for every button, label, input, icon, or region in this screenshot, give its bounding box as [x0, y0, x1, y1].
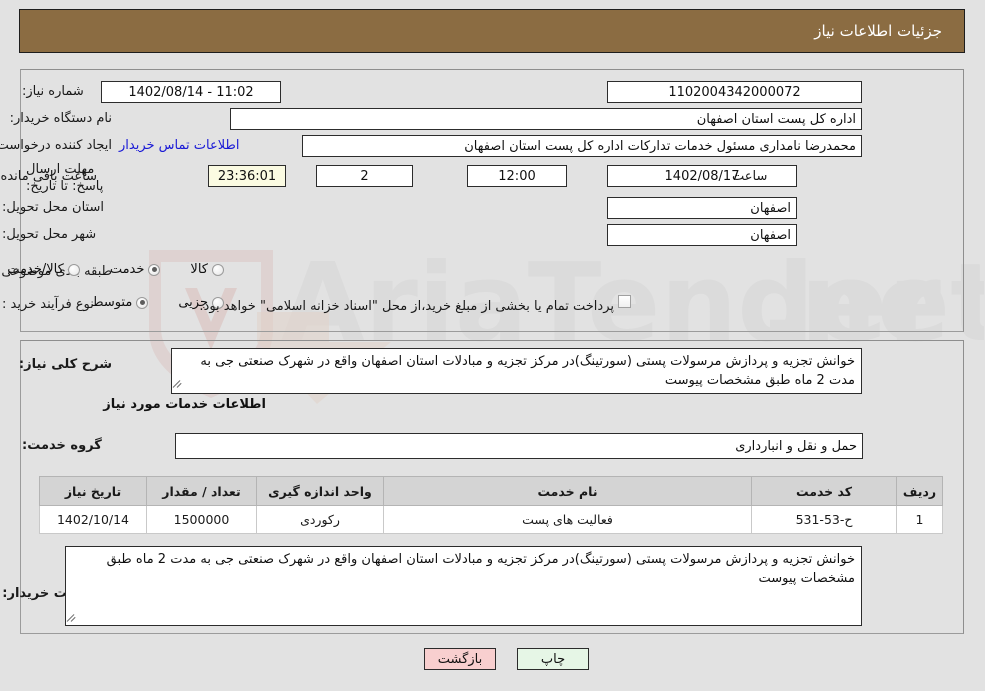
table-header-row: ردیف کد خدمت نام خدمت واحد اندازه گیری ت…	[40, 476, 944, 506]
cell-row-index: 1	[897, 505, 944, 534]
label-delivery-province: استان محل تحویل:	[3, 200, 105, 215]
cell-need-date: 1402/10/14	[40, 505, 148, 534]
radio-category-0-label: کالا	[191, 262, 209, 277]
label-service-group: گروه خدمت:	[23, 438, 103, 453]
col-service-code: کد خدمت	[752, 476, 898, 506]
field-announce-datetime[interactable]: 11:02 - 1402/08/14	[102, 81, 282, 103]
radio-dot-selected-icon[interactable]	[149, 263, 162, 276]
col-service-name: نام خدمت	[384, 476, 753, 506]
label-delivery-city: شهر محل تحویل:	[3, 227, 98, 242]
field-service-group[interactable]: حمل و نقل و انبارداری	[176, 433, 864, 459]
field-general-description[interactable]: خوانش تجزیه و پردازش مرسولات پستی (سورتی…	[172, 348, 863, 394]
services-table: ردیف کد خدمت نام خدمت واحد اندازه گیری ت…	[40, 476, 944, 534]
col-need-date: تاریخ نیاز	[40, 476, 148, 506]
treasury-bond-checkbox[interactable]	[619, 295, 632, 308]
field-deadline-hour[interactable]: 12:00	[468, 165, 568, 187]
field-delivery-province[interactable]: اصفهان	[608, 197, 798, 219]
label-buyer-org: نام دستگاه خریدار:	[10, 111, 113, 126]
radio-dot-icon[interactable]	[213, 263, 225, 276]
cell-quantity: 1500000	[147, 505, 258, 534]
radio-dot-icon[interactable]	[68, 263, 81, 276]
label-need-number: شماره نیاز:	[23, 84, 85, 99]
radio-category-2-label: کالا/خدمت	[8, 262, 65, 277]
col-row-index: ردیف	[897, 476, 944, 506]
col-unit: واحد اندازه گیری	[257, 476, 385, 506]
field-remaining-days: 2	[317, 165, 414, 187]
radio-group-subject-category[interactable]: کالا خدمت کالا/خدمت	[0, 262, 225, 277]
label-deadline-hour: ساعت	[733, 169, 769, 184]
page-title: جزئیات اطلاعات نیاز	[815, 22, 943, 40]
cell-service-name: فعالیت های پست	[384, 505, 753, 534]
field-request-creator[interactable]: محمدرضا نامداری مسئول خدمات تدارکات ادار…	[303, 135, 863, 157]
field-buyer-org[interactable]: اداره کل پست استان اصفهان	[231, 108, 863, 130]
label-general-description: شرح کلی نیاز:	[19, 357, 113, 372]
services-section-title: اطلاعات خدمات مورد نیاز	[104, 397, 267, 412]
field-need-number[interactable]: 1102004342000072	[608, 81, 863, 103]
back-button[interactable]: بازگشت	[425, 648, 497, 670]
radio-category-2[interactable]: کالا/خدمت	[8, 262, 81, 277]
radio-category-1-label: خدمت	[110, 262, 146, 277]
field-buyer-notes[interactable]: خوانش تجزیه و پردازش مرسولات پستی (سورتی…	[66, 546, 863, 626]
radio-category-1[interactable]: خدمت	[111, 262, 162, 277]
label-treasury-bond: پرداخت تمام یا بخشی از مبلغ خرید،از محل …	[200, 299, 615, 314]
print-button[interactable]: چاپ	[518, 648, 590, 670]
cell-service-code: ح-53-531	[752, 505, 898, 534]
cell-unit: رکوردی	[257, 505, 385, 534]
buyer-contact-link[interactable]: اطلاعات تماس خریدار	[120, 138, 240, 153]
radio-category-0[interactable]: کالا	[191, 262, 225, 277]
table-row[interactable]: 1 ح-53-531 فعالیت های پست رکوردی 1500000…	[40, 505, 944, 534]
page-header-bar: جزئیات اطلاعات نیاز	[20, 9, 966, 53]
field-delivery-city[interactable]: اصفهان	[608, 224, 798, 246]
label-request-creator: ایجاد کننده درخواست:	[0, 138, 113, 153]
label-remaining-hours: ساعت باقی مانده	[1, 169, 98, 184]
col-quantity: تعداد / مقدار	[147, 476, 258, 506]
field-countdown: 23:36:01	[209, 165, 287, 187]
